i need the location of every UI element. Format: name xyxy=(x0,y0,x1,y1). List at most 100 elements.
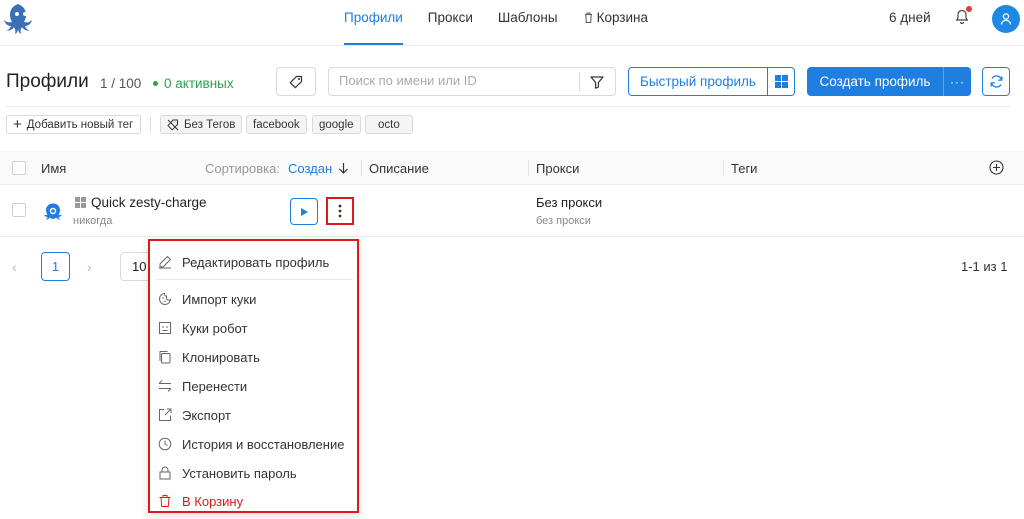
tag-icon xyxy=(289,75,303,89)
prev-page-button[interactable]: ‹ xyxy=(12,259,17,275)
row-menu-button[interactable] xyxy=(326,197,354,225)
column-proxy: Прокси xyxy=(536,161,580,176)
menu-item-label: Редактировать профиль xyxy=(182,254,330,270)
menu-item-label: Клонировать xyxy=(182,349,260,365)
nav-proxy[interactable]: Прокси xyxy=(418,0,483,46)
history-icon xyxy=(158,437,172,451)
tag-chip-octo[interactable]: octo xyxy=(365,115,413,134)
export-icon xyxy=(159,408,172,421)
more-dots-icon: ··· xyxy=(950,74,965,89)
profile-name[interactable]: Quick zesty-charge xyxy=(91,195,207,210)
menu-item-cookie-robot[interactable]: Куки робот xyxy=(158,316,351,340)
arrow-down-icon[interactable] xyxy=(338,162,349,175)
menu-item-move-to-trash[interactable]: В Корзину xyxy=(158,489,351,513)
filter-icon[interactable] xyxy=(589,74,605,90)
menu-item-label: Экспорт xyxy=(182,407,231,423)
top-navbar: Профили Прокси Шаблоны Корзина 6 дней xyxy=(0,0,1024,46)
column-name[interactable]: Имя xyxy=(41,161,66,176)
nav-trash[interactable]: Корзина xyxy=(574,0,658,46)
column-separator xyxy=(361,160,362,176)
header-divider xyxy=(6,106,1010,107)
table-header: Имя Сортировка: Создан Описание Прокси Т… xyxy=(0,151,1024,185)
menu-item-label: Куки робот xyxy=(182,320,248,336)
nav-trash-label: Корзина xyxy=(596,10,649,25)
tag-chip-facebook[interactable]: facebook xyxy=(246,115,307,134)
add-tag-button[interactable]: + Добавить новый тег xyxy=(6,115,142,134)
column-tags: Теги xyxy=(731,161,758,176)
sort-label: Сортировка: xyxy=(205,161,280,176)
create-profile-button[interactable]: Создать профиль xyxy=(807,67,943,96)
tag-filter-button[interactable] xyxy=(276,67,316,96)
sort-select[interactable]: Создан xyxy=(288,161,332,176)
search-box xyxy=(328,67,616,96)
table-row[interactable] xyxy=(0,185,1024,237)
nav-templates[interactable]: Шаблоны xyxy=(488,0,568,46)
next-page-button[interactable]: › xyxy=(87,259,92,275)
active-dot xyxy=(153,81,158,86)
tag-chip-label: facebook xyxy=(253,118,300,131)
menu-item-export[interactable]: Экспорт xyxy=(158,403,351,427)
edit-icon xyxy=(159,255,172,269)
row-checkbox[interactable] xyxy=(12,203,26,217)
menu-item-label: Перенести xyxy=(182,378,248,394)
profile-context-menu: Редактировать профиль Импорт куки Куки р… xyxy=(148,239,359,513)
menu-item-import-cookies[interactable]: Импорт куки xyxy=(158,287,351,311)
tag-off-icon xyxy=(167,119,179,131)
page-title: Профили xyxy=(6,71,89,92)
column-separator xyxy=(723,160,724,176)
tag-chip-label: Без Тегов xyxy=(184,118,236,131)
profile-count: 1 / 100 xyxy=(100,76,142,91)
tag-separator xyxy=(150,117,151,132)
start-profile-button[interactable] xyxy=(290,198,318,225)
column-separator xyxy=(528,160,529,176)
lock-icon xyxy=(159,466,171,480)
more-vertical-icon xyxy=(338,204,342,218)
menu-item-label: В Корзину xyxy=(182,493,244,509)
menu-divider xyxy=(156,279,353,280)
menu-item-label: Импорт куки xyxy=(182,291,257,307)
active-count-label: 0 активных xyxy=(164,76,234,91)
add-column-icon[interactable] xyxy=(989,160,1004,175)
proxy-value: Без прокси xyxy=(536,195,603,210)
windows-icon xyxy=(75,197,86,208)
add-tag-label: Добавить новый тег xyxy=(26,118,134,131)
play-icon xyxy=(300,207,308,216)
robot-icon xyxy=(159,322,171,334)
tag-chip-google[interactable]: google xyxy=(312,115,361,134)
column-description: Описание xyxy=(369,161,429,176)
tag-chip-no-tags[interactable]: Без Тегов xyxy=(160,115,243,134)
profile-last-run: никогда xyxy=(73,215,113,227)
menu-item-label: Установить пароль xyxy=(182,465,297,481)
trash-icon xyxy=(584,12,592,23)
create-more-button[interactable]: ··· xyxy=(943,67,971,96)
user-icon xyxy=(1000,13,1012,25)
os-select-button[interactable] xyxy=(767,67,795,96)
cookie-icon xyxy=(159,292,172,305)
octopus-logo-icon[interactable] xyxy=(2,1,40,37)
search-input[interactable] xyxy=(339,73,579,88)
menu-item-edit-profile[interactable]: Редактировать профиль xyxy=(158,250,351,274)
refresh-icon xyxy=(990,75,1002,88)
quick-profile-button[interactable]: Быстрый профиль xyxy=(628,67,768,96)
proxy-subtext: без прокси xyxy=(536,215,591,227)
active-count: 0 активных xyxy=(153,76,234,91)
main-nav: Профили Прокси Шаблоны Корзина xyxy=(334,0,658,46)
transfer-icon xyxy=(158,380,172,392)
menu-item-set-password[interactable]: Установить пароль xyxy=(158,461,351,485)
trash-icon xyxy=(159,495,171,507)
select-all-checkbox[interactable] xyxy=(12,161,26,175)
avatar[interactable] xyxy=(992,5,1020,33)
search-separator xyxy=(579,72,580,91)
nav-profiles[interactable]: Профили xyxy=(334,0,413,46)
refresh-button[interactable] xyxy=(982,67,1010,96)
menu-item-transfer[interactable]: Перенести xyxy=(158,374,351,398)
tag-chip-label: octo xyxy=(378,118,400,131)
menu-item-clone[interactable]: Клонировать xyxy=(158,345,351,369)
page-button[interactable]: 1 xyxy=(41,252,70,281)
browser-profile-icon xyxy=(44,203,62,220)
copy-icon xyxy=(159,351,171,364)
tag-chip-label: google xyxy=(319,118,354,131)
menu-item-history[interactable]: История и восстановление xyxy=(158,432,351,456)
windows-icon xyxy=(774,75,788,88)
menu-item-label: История и восстановление xyxy=(182,436,345,452)
